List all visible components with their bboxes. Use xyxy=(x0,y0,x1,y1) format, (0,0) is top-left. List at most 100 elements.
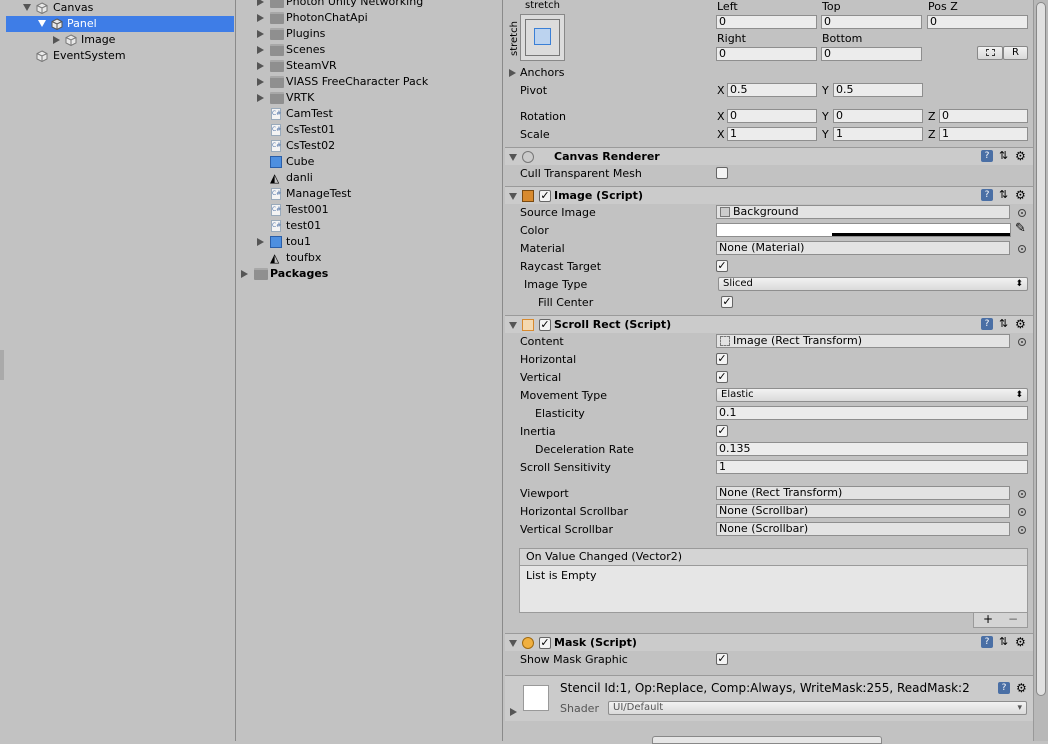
help-icon[interactable]: ? xyxy=(981,150,993,162)
expand-arrow-icon[interactable] xyxy=(257,14,264,22)
movement-type-dropdown[interactable]: Elastic ⬍ xyxy=(716,388,1028,402)
project-item[interactable]: C# CsTest01 xyxy=(238,122,501,138)
project-item[interactable]: Photon Unity Networking xyxy=(238,0,501,10)
anchor-presets-button[interactable] xyxy=(520,14,565,61)
help-icon[interactable]: ? xyxy=(998,682,1010,694)
settings-gear-icon[interactable]: ⚙ xyxy=(1015,150,1027,162)
inspector-scrollbar[interactable] xyxy=(1033,0,1048,741)
pivot-y-field[interactable]: 0.5 xyxy=(833,83,923,97)
expand-arrow-icon[interactable] xyxy=(257,0,264,6)
scroll-rect-header[interactable]: ✓ Scroll Rect (Script) ? ⇅ ⚙ xyxy=(505,315,1033,333)
mask-script-header[interactable]: ✓ Mask (Script) ? ⇅ ⚙ xyxy=(505,633,1033,651)
preset-icon[interactable]: ⇅ xyxy=(999,150,1011,162)
blueprint-mode-button[interactable] xyxy=(977,46,1003,60)
object-picker-icon[interactable] xyxy=(1018,490,1026,498)
project-item[interactable]: Packages xyxy=(238,266,501,282)
expand-arrow-icon[interactable] xyxy=(257,94,264,102)
expand-arrow-icon[interactable] xyxy=(257,46,264,54)
expand-arrow-icon[interactable] xyxy=(23,4,31,11)
expand-arrow-icon[interactable] xyxy=(257,238,264,246)
bottom-field[interactable]: 0 xyxy=(821,47,922,61)
foldout-arrow-icon[interactable] xyxy=(509,322,517,329)
foldout-arrow-icon[interactable] xyxy=(509,640,517,647)
deceleration-rate-field[interactable]: 0.135 xyxy=(716,442,1028,456)
top-field[interactable]: 0 xyxy=(821,15,922,29)
foldout-arrow-icon[interactable] xyxy=(509,154,517,161)
eyedropper-icon[interactable]: ✎ xyxy=(1015,222,1026,236)
elasticity-field[interactable]: 0.1 xyxy=(716,406,1028,420)
project-item[interactable]: C# test01 xyxy=(238,218,501,234)
project-item[interactable]: PhotonChatApi xyxy=(238,10,501,26)
project-item[interactable]: VIASS FreeCharacter Pack xyxy=(238,74,501,90)
help-icon[interactable]: ? xyxy=(981,636,993,648)
object-picker-icon[interactable] xyxy=(1018,245,1026,253)
preset-icon[interactable]: ⇅ xyxy=(999,636,1011,648)
scale-y-field[interactable]: 1 xyxy=(833,127,923,141)
shader-dropdown[interactable]: UI/Default ▾ xyxy=(608,701,1027,715)
expand-arrow-icon[interactable] xyxy=(257,78,264,86)
component-enabled-checkbox[interactable]: ✓ xyxy=(539,637,551,649)
hierarchy-item-canvas[interactable]: Canvas xyxy=(0,0,234,16)
right-field[interactable]: 0 xyxy=(716,47,817,61)
vertical-scrollbar-field[interactable]: None (Scrollbar) xyxy=(716,522,1010,536)
horizontal-scrollbar-field[interactable]: None (Scrollbar) xyxy=(716,504,1010,518)
material-preview[interactable]: Stencil Id:1, Op:Replace, Comp:Always, W… xyxy=(505,676,1033,721)
hierarchy-item-image[interactable]: Image xyxy=(0,32,234,48)
collapse-arrow-icon[interactable] xyxy=(53,36,60,44)
source-image-field[interactable]: Background xyxy=(716,205,1010,219)
image-script-header[interactable]: ✓ Image (Script) ? ⇅ ⚙ xyxy=(505,186,1033,204)
settings-gear-icon[interactable]: ⚙ xyxy=(1016,682,1028,694)
object-picker-icon[interactable] xyxy=(1018,209,1026,217)
scale-x-field[interactable]: 1 xyxy=(727,127,817,141)
expand-arrow-icon[interactable] xyxy=(241,270,248,278)
project-item[interactable]: C# ManageTest xyxy=(238,186,501,202)
content-field[interactable]: Image (Rect Transform) xyxy=(716,334,1010,348)
foldout-arrow-icon[interactable] xyxy=(510,708,517,716)
settings-gear-icon[interactable]: ⚙ xyxy=(1015,189,1027,201)
expand-arrow-icon[interactable] xyxy=(257,62,264,70)
project-item[interactable]: Cube xyxy=(238,154,501,170)
component-enabled-checkbox[interactable]: ✓ xyxy=(539,190,551,202)
pivot-x-field[interactable]: 0.5 xyxy=(727,83,817,97)
inertia-checkbox[interactable]: ✓ xyxy=(716,425,728,437)
cull-transparent-checkbox[interactable] xyxy=(716,167,728,179)
add-component-button[interactable] xyxy=(652,736,882,744)
settings-gear-icon[interactable]: ⚙ xyxy=(1015,318,1027,330)
hierarchy-item-eventsystem[interactable]: EventSystem xyxy=(0,48,234,64)
project-item[interactable]: Scenes xyxy=(238,42,501,58)
project-item[interactable]: SteamVR xyxy=(238,58,501,74)
rotation-y-field[interactable]: 0 xyxy=(833,109,923,123)
help-icon[interactable]: ? xyxy=(981,318,993,330)
object-picker-icon[interactable] xyxy=(1018,338,1026,346)
scale-z-field[interactable]: 1 xyxy=(939,127,1028,141)
project-item[interactable]: C# CsTest02 xyxy=(238,138,501,154)
project-item[interactable]: ◭ toufbx xyxy=(238,250,501,266)
color-swatch[interactable] xyxy=(716,223,1011,237)
raycast-target-checkbox[interactable]: ✓ xyxy=(716,260,728,272)
image-type-dropdown[interactable]: Sliced ⬍ xyxy=(718,277,1028,291)
foldout-arrow-icon[interactable] xyxy=(509,193,517,200)
expand-arrow-icon[interactable] xyxy=(38,20,46,27)
rotation-x-field[interactable]: 0 xyxy=(727,109,817,123)
object-picker-icon[interactable] xyxy=(1018,526,1026,534)
viewport-field[interactable]: None (Rect Transform) xyxy=(716,486,1010,500)
preset-icon[interactable]: ⇅ xyxy=(999,189,1011,201)
hierarchy-item-panel[interactable]: Panel xyxy=(6,16,234,32)
expand-arrow-icon[interactable] xyxy=(257,30,264,38)
show-mask-graphic-checkbox[interactable]: ✓ xyxy=(716,653,728,665)
preset-icon[interactable]: ⇅ xyxy=(999,318,1011,330)
splitter-handle[interactable] xyxy=(0,350,4,380)
component-enabled-checkbox[interactable]: ✓ xyxy=(539,319,551,331)
project-item[interactable]: ◭ danli xyxy=(238,170,501,186)
posz-field[interactable]: 0 xyxy=(927,15,1028,29)
anchors-foldout-icon[interactable] xyxy=(509,69,516,77)
scrollbar-thumb[interactable] xyxy=(1036,2,1046,696)
help-icon[interactable]: ? xyxy=(981,189,993,201)
scroll-sensitivity-field[interactable]: 1 xyxy=(716,460,1028,474)
add-event-button[interactable]: + xyxy=(983,612,993,626)
project-item[interactable]: tou1 xyxy=(238,234,501,250)
material-field[interactable]: None (Material) xyxy=(716,241,1010,255)
project-item[interactable]: C# CamTest xyxy=(238,106,501,122)
canvas-renderer-header[interactable]: Canvas Renderer ? ⇅ ⚙ xyxy=(505,147,1033,165)
project-item[interactable]: VRTK xyxy=(238,90,501,106)
